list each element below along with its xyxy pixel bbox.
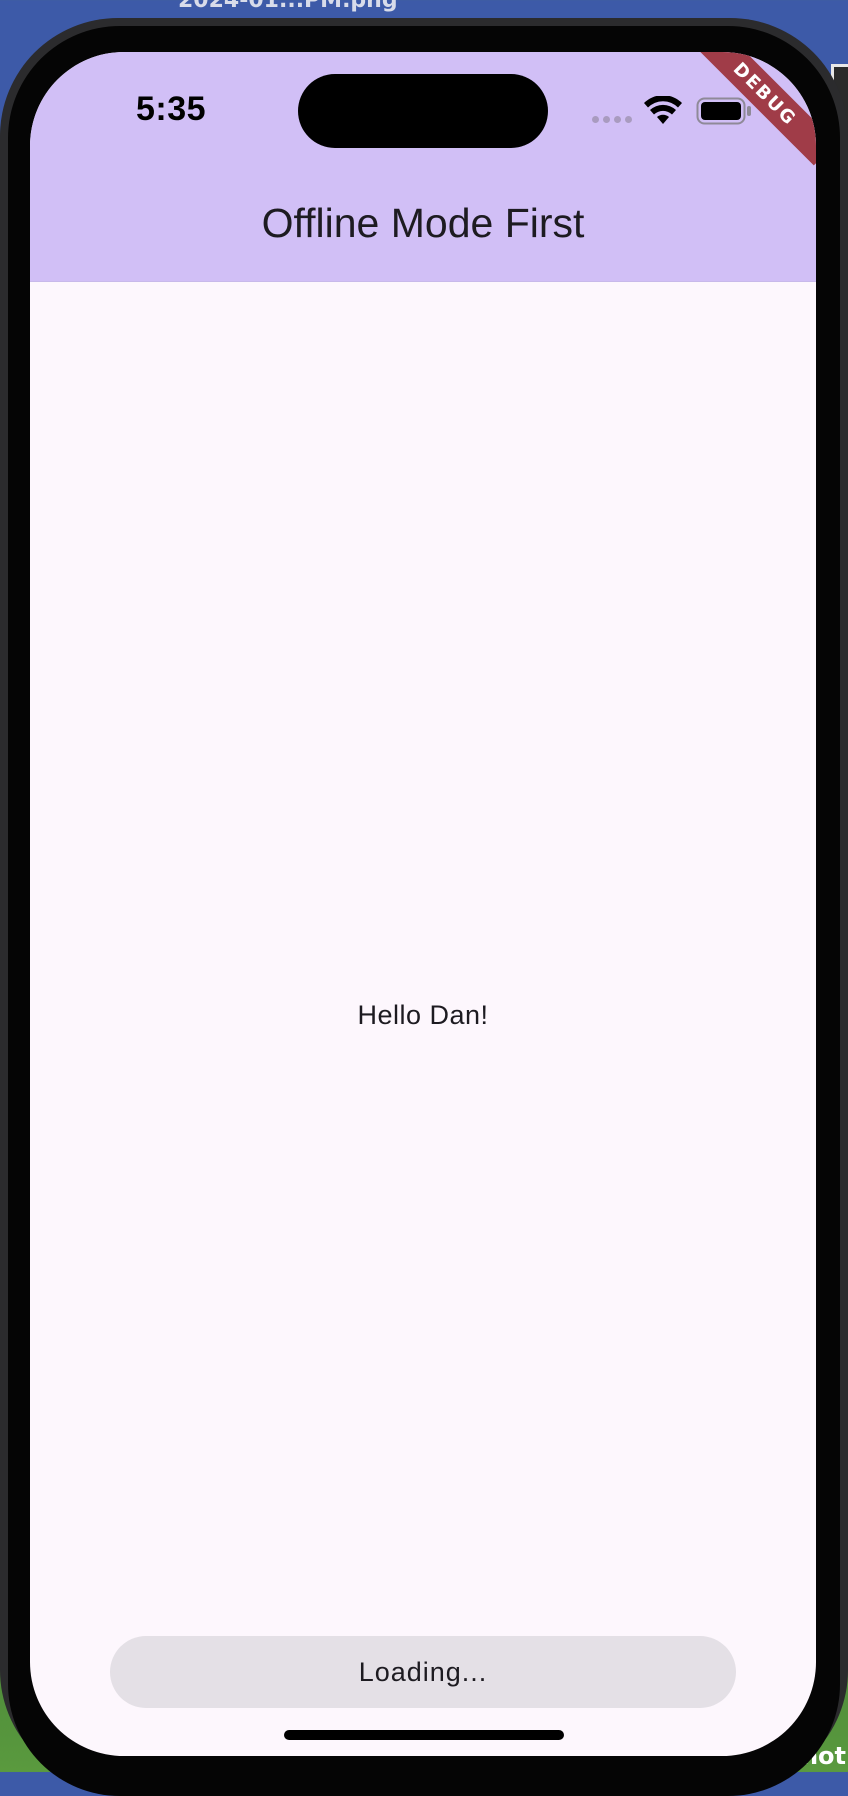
phone-screen: 5:35 DEBUG Offline Mode First Hello Dan!…	[30, 52, 816, 1756]
page-title: Offline Mode First	[261, 200, 585, 246]
dynamic-island	[298, 74, 548, 148]
loading-button[interactable]: Loading...	[110, 1636, 736, 1708]
cellular-dots-icon	[592, 116, 632, 123]
wifi-icon	[644, 96, 682, 124]
app-bar: 5:35 DEBUG Offline Mode First	[30, 52, 816, 282]
battery-icon	[696, 97, 751, 125]
greeting-text: Hello Dan!	[357, 1000, 489, 1030]
desktop-file-caption: 2024-01...PM.png	[178, 0, 398, 13]
status-time: 5:35	[136, 90, 207, 128]
home-indicator[interactable]	[284, 1730, 564, 1740]
